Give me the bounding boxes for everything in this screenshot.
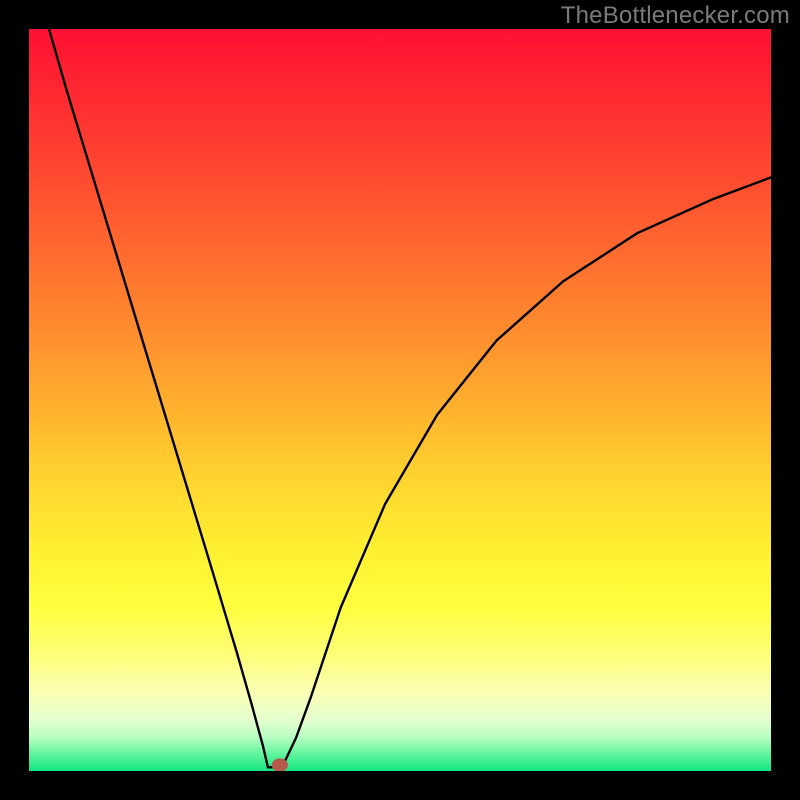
bottleneck-curve (29, 29, 771, 771)
chart-frame: TheBottlenecker.com (0, 0, 800, 800)
plot-area (29, 29, 771, 771)
watermark-text: TheBottlenecker.com (561, 2, 790, 30)
